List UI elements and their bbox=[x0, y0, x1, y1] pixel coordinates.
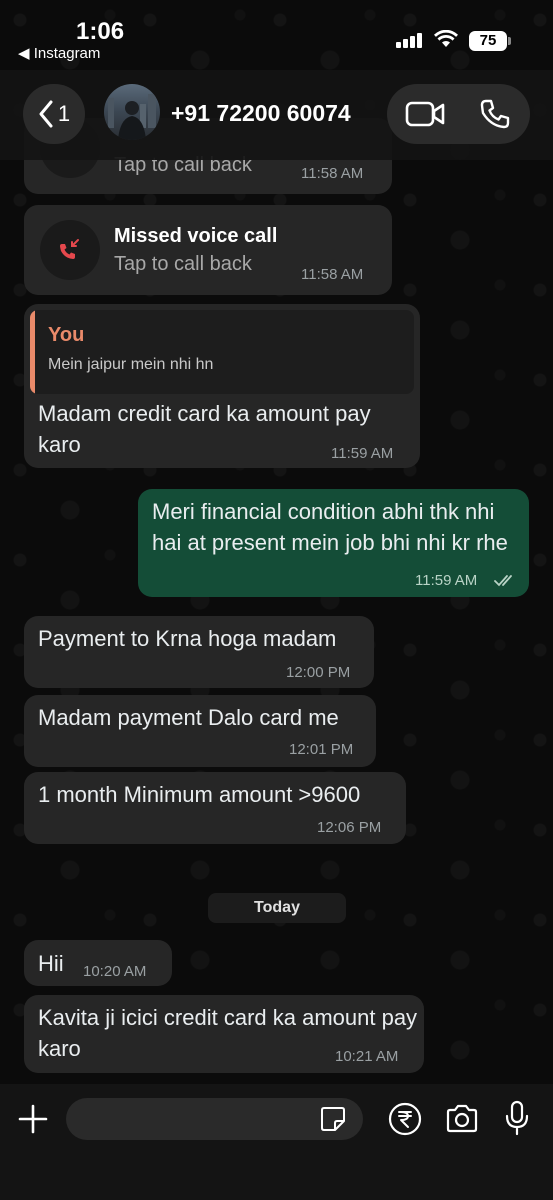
quote-accent-bar bbox=[30, 310, 35, 394]
message-time: 10:21 AM bbox=[335, 1048, 399, 1065]
plus-icon[interactable] bbox=[16, 1102, 50, 1136]
message-text: Hii bbox=[38, 951, 64, 976]
call-subtitle: Tap to call back bbox=[114, 253, 252, 275]
avatar[interactable] bbox=[104, 84, 160, 140]
missed-call-icon bbox=[60, 239, 79, 259]
call-actions bbox=[387, 84, 530, 144]
message-text: 1 month Minimum amount >9600 bbox=[38, 782, 361, 807]
message-time: 12:00 PM bbox=[286, 664, 351, 681]
incoming-message-bubble[interactable]: Kavita ji icici credit card ka amount pa… bbox=[24, 995, 424, 1073]
chat-header: 1 +91 72200 60074 bbox=[0, 70, 553, 160]
back-button[interactable]: 1 bbox=[23, 84, 85, 144]
microphone-icon[interactable] bbox=[505, 1100, 529, 1136]
back-chevron-icon bbox=[39, 100, 53, 128]
video-call-icon[interactable] bbox=[405, 100, 445, 128]
call-title: Missed voice call bbox=[114, 225, 278, 247]
wifi-icon bbox=[434, 30, 458, 47]
battery-indicator: 75 bbox=[469, 31, 507, 51]
quote-text: Mein jaipur mein nhi hn bbox=[48, 356, 214, 373]
message-time: 11:58 AM bbox=[301, 165, 364, 182]
incoming-message-bubble[interactable]: 1 month Minimum amount >9600 12:06 PM bbox=[24, 772, 406, 844]
quoted-message[interactable]: You Mein jaipur mein nhi hn bbox=[30, 310, 414, 394]
back-to-instagram[interactable]: ◀ Instagram bbox=[18, 44, 100, 62]
contact-name[interactable]: +91 72200 60074 bbox=[171, 100, 351, 127]
rupee-icon[interactable] bbox=[388, 1102, 422, 1136]
reply-message-bubble[interactable]: You Mein jaipur mein nhi hn Madam credit… bbox=[24, 304, 420, 468]
signal-icon bbox=[396, 32, 424, 48]
status-bar: 1:06 ◀ Instagram 75 bbox=[0, 0, 553, 70]
outgoing-message-bubble[interactable]: Meri financial condition abhi thk nhi ha… bbox=[138, 489, 529, 597]
message-time: 11:59 AM bbox=[331, 445, 394, 462]
read-receipt-icon bbox=[494, 575, 512, 587]
sticker-icon[interactable] bbox=[320, 1106, 346, 1132]
battery-nub bbox=[508, 37, 511, 45]
unread-count: 1 bbox=[57, 101, 71, 126]
message-text: Madam payment Dalo card me bbox=[38, 705, 339, 730]
quote-author: You bbox=[48, 324, 85, 346]
incoming-message-bubble[interactable]: Madam payment Dalo card me 12:01 PM bbox=[24, 695, 376, 767]
message-text: Meri financial condition abhi thk nhi ha… bbox=[152, 499, 508, 555]
avatar-image bbox=[108, 94, 156, 140]
day-separator: Today bbox=[208, 893, 346, 923]
message-time: 12:01 PM bbox=[289, 741, 354, 758]
message-text: Payment to Krna hoga madam bbox=[38, 626, 337, 651]
message-time: 11:58 AM bbox=[301, 266, 364, 283]
phone-call-icon[interactable] bbox=[479, 98, 511, 130]
missed-call-bubble[interactable]: Missed voice call Tap to call back 11:58… bbox=[24, 205, 392, 295]
message-composer bbox=[0, 1084, 553, 1200]
incoming-message-bubble[interactable]: Hii 10:20 AM bbox=[24, 940, 172, 986]
message-input[interactable] bbox=[66, 1098, 363, 1140]
message-time: 12:06 PM bbox=[317, 819, 382, 836]
camera-icon[interactable] bbox=[445, 1104, 479, 1134]
incoming-message-bubble[interactable]: Payment to Krna hoga madam 12:00 PM bbox=[24, 616, 374, 688]
message-time: 11:59 AM bbox=[415, 572, 478, 589]
status-time: 1:06 bbox=[76, 18, 125, 45]
message-time: 10:20 AM bbox=[83, 963, 147, 980]
missed-call-icon-circle bbox=[40, 220, 100, 280]
